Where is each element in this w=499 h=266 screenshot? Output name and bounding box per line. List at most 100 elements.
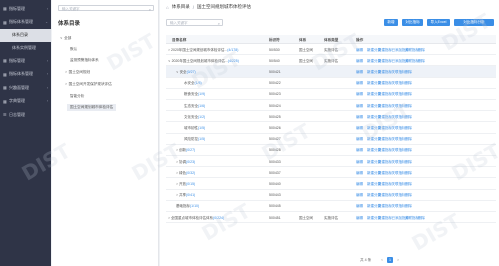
caret-right-icon[interactable]: > (176, 193, 178, 197)
row-action-5[interactable]: 删除 (405, 70, 412, 75)
table-row[interactable]: ∨2020年国土空间规划城市体检评估...(4/225) 50/540 国土空间 实施… (166, 55, 496, 67)
search-icon[interactable]: ⌕ (149, 7, 151, 12)
pagination-page-1[interactable]: 1 (387, 256, 393, 263)
table-row[interactable]: 城市韧性(1/5) 500426 编辑 新建分类 新建指标 关联指标 删除 (166, 122, 496, 134)
row-action-2[interactable]: 新建指标 (378, 70, 392, 75)
row-action-2[interactable]: 新建指标 (378, 216, 392, 221)
row-action-0[interactable]: 编辑 (356, 171, 363, 176)
tree-node-city-evaluation[interactable]: 国土空间规划城市体检评估 (67, 104, 117, 111)
row-action-2[interactable]: 新建指标 (378, 126, 392, 131)
row-action-5[interactable]: 删除 (405, 81, 412, 86)
sidebar-item-system-management-2[interactable]: ▦ 指标体系管理 › (0, 68, 51, 82)
row-action-2[interactable]: 新建指标 (378, 48, 392, 53)
home-icon[interactable]: ⌂ (166, 5, 169, 10)
row-action-2[interactable]: 新建指标 (378, 182, 392, 187)
sidebar-item-dictionary[interactable]: ▦ 字典管理 › (0, 95, 51, 109)
sidebar-item-indicator-management[interactable]: ▦ 指标管理 › (0, 2, 51, 16)
row-action-4[interactable]: 关联指标 (392, 70, 406, 75)
row-action-5[interactable]: 删除 (405, 193, 412, 198)
table-row[interactable]: ∨安全(0/27) 500421 编辑 新建分类 新建指标 关联指标 删除 (166, 66, 496, 78)
row-action-5[interactable]: 删除 (405, 137, 412, 142)
row-action-0[interactable]: 编辑 (356, 81, 363, 86)
table-row[interactable]: >2020年国土空间规划城市体检评估...(4/178) 50/530 国土空间 实施… (166, 44, 496, 56)
row-action-4[interactable]: 关联指标 (392, 81, 406, 86)
row-action-4[interactable]: 关联指标 (392, 104, 406, 109)
search-icon[interactable]: ⌕ (218, 21, 220, 26)
table-row[interactable]: >协调(0/23) 500433 编辑 新建分类 新建指标 关联指标 删除 (166, 156, 496, 168)
row-action-0[interactable]: 编辑 (356, 148, 363, 153)
row-action-0[interactable]: 编辑 (356, 182, 363, 187)
tree-node-monitoring[interactable]: 监测预警指标体系 (70, 58, 99, 63)
sidebar-item-system-catalog[interactable]: 体系目录 (0, 29, 51, 42)
row-action-2[interactable]: 新建指标 (378, 59, 392, 64)
row-action-2[interactable]: 新建指标 (378, 160, 392, 165)
table-row[interactable]: >创新(0/27) 500428 编辑 新建分类 新建指标 关联指标 删除 (166, 145, 496, 156)
row-action-0[interactable]: 编辑 (356, 104, 363, 109)
row-action-5[interactable]: 删除 (418, 48, 425, 53)
row-action-4[interactable]: 关联指标 (405, 59, 419, 64)
caret-down-icon[interactable]: ∨ (168, 59, 171, 63)
sidebar-item-logs[interactable]: ☰ 日志管理 (0, 108, 51, 122)
table-row[interactable]: 生态安全(1/6) 500424 编辑 新建分类 新建指标 关联指标 删除 (166, 100, 496, 112)
pagination-next[interactable]: > (395, 257, 401, 263)
caret-right-icon[interactable]: > (176, 171, 178, 175)
pagination-prev[interactable]: < (379, 257, 385, 263)
caret-right-icon[interactable]: > (176, 148, 178, 152)
row-action-5[interactable]: 删除 (405, 160, 412, 165)
row-action-5[interactable]: 删除 (418, 216, 425, 221)
sidebar-item-indicator-management-2[interactable]: ▦ 指标管理 › (0, 54, 51, 68)
row-action-0[interactable]: 编辑 (356, 59, 363, 64)
caret-right-icon[interactable]: > (65, 82, 67, 86)
add-button[interactable]: 新增 (384, 19, 398, 26)
row-action-4[interactable]: 关联指标 (392, 204, 406, 209)
row-action-5[interactable]: 删除 (405, 126, 412, 131)
row-action-0[interactable]: 编辑 (356, 193, 363, 198)
sidebar-item-system-instance[interactable]: 体系实例管理 (0, 42, 51, 55)
row-action-4[interactable]: 关联指标 (392, 193, 406, 198)
row-action-2[interactable]: 新建指标 (378, 137, 392, 142)
caret-down-icon[interactable]: ∨ (60, 36, 63, 40)
row-action-0[interactable]: 编辑 (356, 160, 363, 165)
table-row[interactable]: >全国重点城市体检评估体系(0/224) 500451 国土空间 实施评估 编辑 新建分类… (166, 212, 496, 224)
row-action-2[interactable]: 新建指标 (378, 204, 392, 209)
row-action-4[interactable]: 关联指标 (392, 115, 406, 120)
row-action-0[interactable]: 编辑 (356, 115, 363, 120)
tree-search-input[interactable]: 输入关键字 ⌕ (58, 5, 154, 12)
row-action-5[interactable]: 删除 (418, 59, 425, 64)
row-action-2[interactable]: 新建指标 (378, 193, 392, 198)
row-action-5[interactable]: 删除 (405, 182, 412, 187)
caret-right-icon[interactable]: > (176, 160, 178, 164)
sidebar-item-interest-areas[interactable]: ▦ 兴趣面管理 › (0, 81, 51, 95)
row-action-5[interactable]: 删除 (405, 115, 412, 120)
caret-down-icon[interactable]: ∨ (176, 70, 179, 74)
sidebar-item-system-management[interactable]: ▦ 指标体系管理 ⌄ (0, 16, 51, 30)
row-action-2[interactable]: 新建指标 (378, 104, 392, 109)
row-action-4[interactable]: 关联指标 (392, 137, 406, 142)
import-excel-button[interactable]: 导入Excel (427, 19, 450, 26)
row-action-4[interactable]: 关联指标 (392, 182, 406, 187)
row-action-2[interactable]: 新建指标 (378, 115, 392, 120)
compare-button[interactable]: 对比指标 (402, 19, 423, 26)
tree-node-default[interactable]: 默认 (70, 47, 77, 52)
row-action-4[interactable]: 关联指标 (405, 216, 419, 221)
table-row[interactable]: >开放(0/15) 500440 编辑 新建分类 新建指标 关联指标 删除 (166, 178, 496, 190)
row-action-2[interactable]: 新建指标 (378, 81, 392, 86)
row-action-2[interactable]: 新建指标 (378, 148, 392, 153)
tree-node-smart-analysis[interactable]: 智能分析 (70, 94, 84, 99)
row-action-2[interactable]: 新建指标 (378, 92, 392, 97)
table-row[interactable]: 风险防控(1/5) 500427 编辑 新建分类 新建指标 关联指标 删除 (166, 134, 496, 145)
row-action-0[interactable]: 编辑 (356, 216, 363, 221)
table-row[interactable]: 文化安全(1/2) 500425 编辑 新建分类 新建指标 关联指标 删除 (166, 111, 496, 123)
row-action-0[interactable]: 编辑 (356, 137, 363, 142)
compare-analysis-button[interactable]: 对比指标分析 (454, 19, 494, 26)
table-row[interactable]: 基础指标(1/10) 500445 编辑 新建分类 新建指标 关联指标 删除 (166, 201, 496, 212)
column-header-system[interactable]: 体系 (299, 38, 306, 43)
column-header-id[interactable]: 标识符 (269, 38, 280, 43)
row-action-4[interactable]: 关联指标 (392, 171, 406, 176)
breadcrumb-section[interactable]: 体系目录 (172, 4, 190, 10)
row-action-5[interactable]: 删除 (405, 148, 412, 153)
tree-node-status-assessment[interactable]: > 国土空间开发保护现状评估 (65, 82, 112, 87)
caret-right-icon[interactable]: > (65, 70, 67, 74)
table-row[interactable]: 粮食安全(1/9) 500423 编辑 新建分类 新建指标 关联指标 删除 (166, 89, 496, 100)
row-action-4[interactable]: 关联指标 (392, 92, 406, 97)
